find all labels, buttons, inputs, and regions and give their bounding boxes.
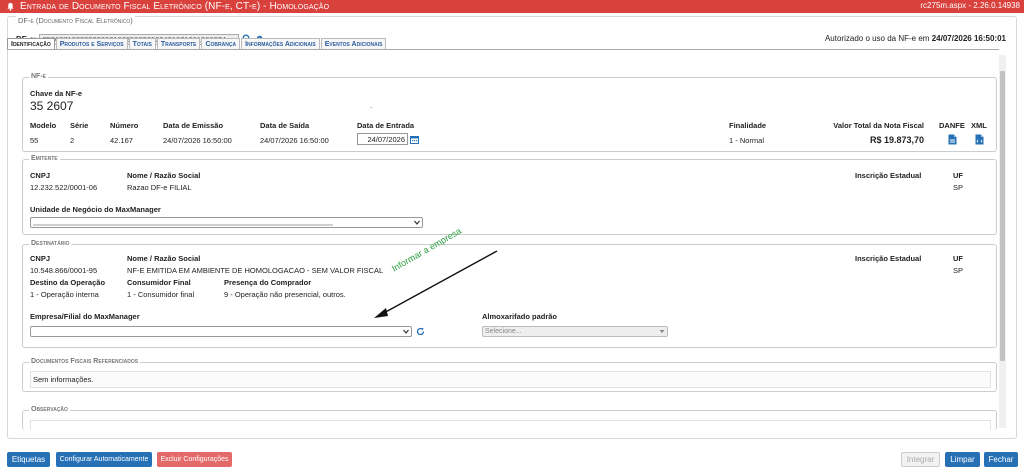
- consumidor-value: 1 - Consumidor final: [127, 290, 195, 299]
- emitente-nome-value: Razao DF-e FILIAL: [127, 183, 192, 192]
- empresa-label: Empresa/Filial do MaxManager: [30, 312, 140, 321]
- finalidade-label: Finalidade: [729, 121, 767, 130]
- finalidade-value: 1 - Normal: [729, 136, 765, 145]
- destinatario-uf-label: UF: [953, 254, 963, 263]
- referenciados-text: Sem informações.: [33, 375, 94, 384]
- numero-label: Número: [110, 121, 139, 130]
- destino-value: 1 - Operação interna: [30, 290, 99, 299]
- unidade-label: Unidade de Negócio do MaxManager: [30, 205, 161, 214]
- integrar-button[interactable]: Integrar: [901, 452, 940, 467]
- presenca-label: Presença do Comprador: [224, 278, 312, 287]
- emitente-legend: Emitente: [29, 155, 60, 162]
- numero-value: 42.167: [110, 136, 133, 145]
- observacao-textarea[interactable]: [30, 420, 991, 430]
- modelo-value: 55: [30, 136, 39, 145]
- destinatario-legend: Destinatário: [29, 240, 72, 247]
- xml-icon[interactable]: [975, 134, 984, 147]
- almox-select[interactable]: Selecione...: [482, 326, 668, 337]
- destinatario-cnpj-label: CNPJ: [30, 254, 51, 263]
- title-bar: Entrada de Documento Fiscal Eletrônico (…: [0, 0, 1024, 13]
- xml-label: XML: [971, 121, 987, 130]
- valor-value: R$ 19.873,70: [869, 135, 924, 145]
- saida-label: Data de Saída: [260, 121, 310, 130]
- destinatario-uf-value: SP: [953, 266, 964, 275]
- observacao-legend: Observação: [29, 406, 70, 413]
- tab-identificacao[interactable]: Identificação: [7, 38, 55, 49]
- annotation-arrow: [374, 250, 498, 318]
- destinatario-nome-label: Nome / Razão Social: [127, 254, 201, 263]
- destino-label: Destino da Operação: [30, 278, 106, 287]
- fechar-button[interactable]: Fechar: [984, 452, 1018, 467]
- chave-value: 35 2607: [30, 99, 74, 113]
- danfe-icon[interactable]: [948, 134, 957, 147]
- entrada-input[interactable]: 24/07/2026: [357, 133, 408, 145]
- emitente-uf-value: SP: [953, 183, 964, 192]
- emissao-value: 24/07/2026 16:50:00: [163, 136, 232, 145]
- caret-down-icon: [659, 330, 665, 333]
- tab-divider: [7, 49, 999, 50]
- almox-select-value: Selecione...: [485, 328, 522, 335]
- bell-icon: [6, 2, 15, 11]
- etiquetas-button[interactable]: Etiquetas: [7, 452, 50, 467]
- page-title: Entrada de Documento Fiscal Eletrônico (…: [20, 1, 330, 12]
- authorization-text: Autorizado o uso da NF-e em: [824, 34, 930, 43]
- tab-produtos[interactable]: Produtos e Serviços: [55, 38, 128, 49]
- authorization-date: 24/07/2026 16:50:01: [931, 34, 1006, 43]
- serie-value: 2: [70, 136, 75, 145]
- destinatario-ie-label: Inscrição Estadual: [855, 254, 922, 263]
- destinatario-nome-value: NF-E EMITIDA EM AMBIENTE DE HOMOLOGACAO …: [127, 266, 384, 275]
- observacao-section: Observação: [22, 406, 997, 430]
- referenciados-section: Documentos Fiscais Referenciados Sem inf…: [22, 358, 997, 392]
- page-version: rc275m.aspx - 2.26.0.14938: [920, 1, 1020, 10]
- chevron-down-icon: [403, 329, 409, 334]
- limpar-button[interactable]: Limpar: [945, 452, 980, 467]
- valor-label: Valor Total da Nota Fiscal: [833, 121, 924, 130]
- chevron-down-icon: [414, 220, 420, 225]
- refresh-icon[interactable]: [416, 327, 425, 338]
- configurar-automaticamente-button[interactable]: Configurar Automaticamente: [56, 452, 152, 467]
- emitente-cnpj-value: 12.232.522/0001-06: [30, 183, 98, 192]
- tab-transporte[interactable]: Transporte: [156, 38, 201, 49]
- destinatario-section: Destinatário CNPJ 10.548.866/0001-95 Nom…: [22, 240, 997, 348]
- emitente-nome-label: Nome / Razão Social: [127, 171, 201, 180]
- excluir-configuracoes-button[interactable]: Excluir Configurações: [157, 452, 232, 467]
- destinatario-cnpj-value: 10.548.866/0001-95: [30, 266, 98, 275]
- scrollbar-thumb[interactable]: [1000, 71, 1005, 361]
- presenca-value: 9 - Operação não presencial, outros.: [224, 290, 346, 299]
- nfe-section: NF-e Chave da NF-e 35 2607 . Modelo 55 S…: [22, 73, 997, 152]
- authorization-status: Autorizado o uso da NF-e em 24/07/2026 1…: [825, 34, 1006, 43]
- danfe-label: DANFE: [939, 121, 965, 130]
- emissao-label: Data de Emissão: [163, 121, 224, 130]
- referenciados-legend: Documentos Fiscais Referenciados: [29, 358, 141, 365]
- empresa-select[interactable]: [30, 326, 412, 337]
- tab-cobranca[interactable]: Cobrança: [201, 38, 241, 49]
- chave-label: Chave da NF-e: [30, 89, 83, 98]
- emitente-section: Emitente CNPJ 12.232.522/0001-06 Nome / …: [22, 155, 997, 235]
- modelo-label: Modelo: [30, 121, 57, 130]
- emitente-uf-label: UF: [953, 171, 963, 180]
- calendar-icon[interactable]: [410, 135, 419, 146]
- serie-label: Série: [70, 121, 89, 130]
- emitente-ie-label: Inscrição Estadual: [855, 171, 922, 180]
- tab-informacoes-adicionais[interactable]: Informações Adicionais: [241, 38, 320, 49]
- nfe-legend: NF-e: [29, 73, 48, 80]
- bottom-toolbar: Etiquetas Configurar Automaticamente Exc…: [0, 452, 1024, 468]
- entrada-label: Data de Entrada: [357, 121, 415, 130]
- saida-value: 24/07/2026 16:50:00: [260, 136, 329, 145]
- content-scrollbar[interactable]: [999, 55, 1006, 428]
- chave-tail: .: [370, 101, 373, 110]
- unidade-select-value: [33, 223, 333, 226]
- tab-bar: Identificação Produtos e Serviços Totais…: [7, 38, 387, 49]
- consumidor-label: Consumidor Final: [127, 278, 191, 287]
- emitente-cnpj-label: CNPJ: [30, 171, 51, 180]
- referenciados-box: Sem informações.: [30, 371, 991, 388]
- unidade-select[interactable]: [30, 217, 423, 228]
- tab-totais[interactable]: Totais: [128, 38, 156, 49]
- dfe-panel-legend: DF-e (Documento Fiscal Eletrônico): [16, 16, 135, 25]
- tab-eventos-adicionais[interactable]: Eventos Adicionais: [320, 38, 387, 49]
